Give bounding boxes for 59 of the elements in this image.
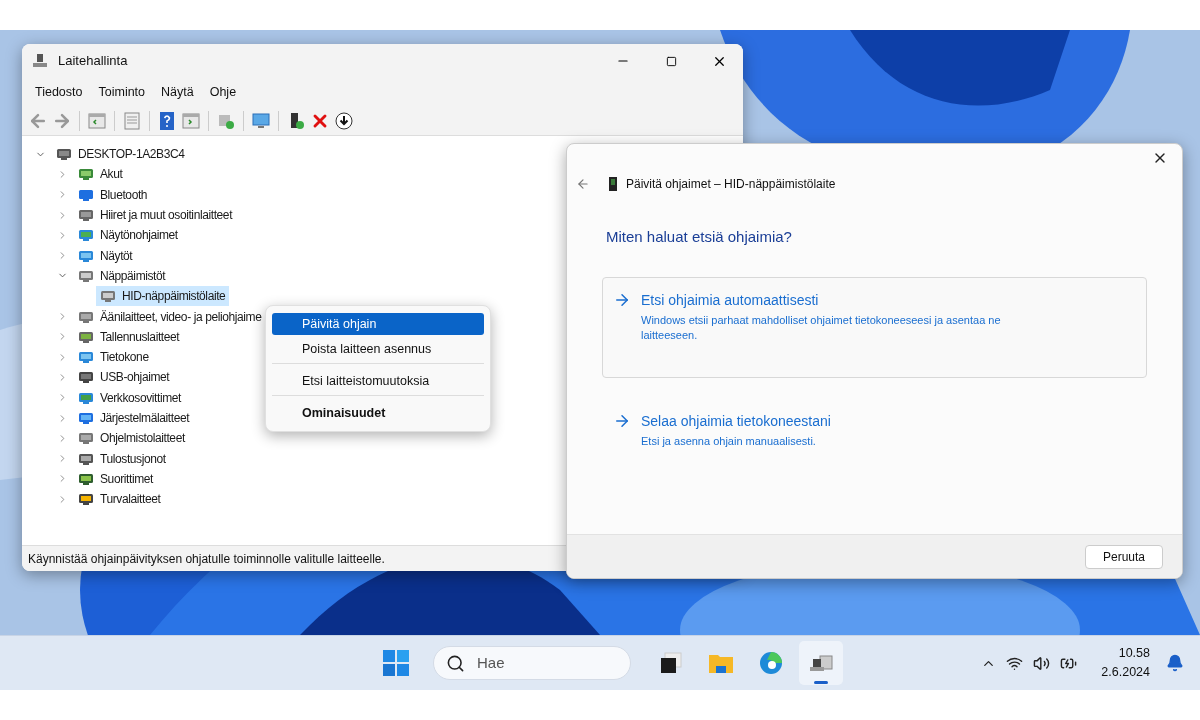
dialog-heading: Miten haluat etsiä ohjaimia? — [606, 227, 792, 247]
menu-item[interactable]: Päivitä ohjain — [272, 313, 484, 335]
properties-icon[interactable] — [122, 110, 142, 131]
menu-item[interactable]: Toiminto — [90, 82, 154, 102]
option-description: Windows etsii parhaat mahdolliset ohjaimet tietokoneeseesi ja asentaa ne laitteeseen. — [641, 312, 1002, 343]
search-icon — [446, 653, 465, 673]
tree-item[interactable]: Näytönohjaimet — [74, 225, 182, 246]
active-indicator — [814, 681, 828, 684]
tree-item[interactable]: Tallennuslaitteet — [74, 326, 184, 347]
option-link[interactable]: Selaa ohjaimia tietokoneestani Etsi ja asenna ohjain manuaalisesti. — [602, 397, 1147, 450]
search-field[interactable]: Hae — [433, 646, 631, 680]
option-title: Selaa ohjaimia tietokoneestani — [641, 411, 832, 431]
tree-item[interactable]: DESKTOP-1A2B3C4 — [52, 144, 189, 165]
taskbar-app[interactable] — [799, 641, 843, 685]
dialog-title: Päivitä ohjaimet – HID-näppäimistölaite — [626, 176, 836, 193]
menu-item[interactable]: Poista laitteen asennus — [272, 338, 484, 360]
maximize-icon — [665, 55, 677, 67]
tree-item[interactable]: Turvalaitteet — [74, 489, 165, 510]
tree-item[interactable]: Tulostusjonot — [74, 448, 170, 469]
clock-date[interactable]: 2.6.2024 — [1101, 663, 1150, 682]
tree-item[interactable]: Näppäimistöt — [74, 265, 170, 286]
menu-item[interactable]: Ohje — [201, 82, 245, 102]
menu-item[interactable]: Ominaisuudet — [272, 402, 484, 424]
menu-item[interactable]: Tiedosto — [27, 82, 91, 102]
window-icon[interactable] — [181, 110, 201, 131]
computer-icon — [56, 146, 72, 163]
tree-item[interactable]: Äänilaitteet, video- ja peliohjaime — [74, 306, 266, 327]
tree-item[interactable]: Tietokone — [74, 347, 153, 368]
option-title: Etsi ohjaimia automaattisesti — [641, 290, 820, 310]
back-icon[interactable] — [576, 177, 590, 191]
task-view-icon — [659, 651, 683, 675]
volume-icon[interactable] — [1033, 654, 1051, 672]
start-icon[interactable] — [383, 650, 409, 676]
help-icon[interactable] — [157, 110, 177, 131]
cancel-button[interactable]: Peruuta — [1085, 544, 1163, 569]
window-title: Laitehallinta — [58, 52, 128, 71]
window-icon[interactable] — [87, 110, 107, 131]
tree-item[interactable]: Hiiret ja muut osoitinlaitteet — [74, 205, 237, 226]
tree-item[interactable]: HID-näppäimistölaite — [96, 286, 230, 307]
tree-item[interactable]: Järjestelmälaitteet — [74, 408, 194, 428]
option-link[interactable]: Etsi ohjaimia automaattisesti Windows etsii parhaat mahdolliset ohjaimet tietokoneeseesi ja asentaa ne laitteeseen. — [602, 276, 1147, 378]
clock-time[interactable]: 10.58 — [1118, 644, 1150, 663]
status-bar-text: Käynnistää ohjainpäivityksen ohjatulle toiminnolle valitulle laitteelle. — [28, 550, 385, 568]
download-icon[interactable] — [334, 110, 354, 131]
tree-item[interactable]: Akut — [74, 164, 127, 185]
menu-item[interactable]: Etsi laitteistomuutoksia — [272, 370, 484, 392]
tree-item[interactable]: Verkkosovittimet — [74, 387, 185, 408]
tree-item[interactable]: Bluetooth — [74, 184, 152, 205]
monitor-icon — [78, 349, 94, 366]
tree-item[interactable]: Suorittimet — [74, 468, 157, 489]
monitor-icon[interactable] — [251, 110, 271, 131]
tree-item[interactable]: USB-ohjaimet — [74, 367, 174, 388]
tree-item[interactable]: Ohjelmistolaitteet — [74, 428, 189, 449]
notification-bell-icon[interactable] — [1166, 654, 1184, 672]
tree-item[interactable]: Näytöt — [74, 245, 137, 266]
option-description: Etsi ja asenna ohjain manuaalisesti. — [641, 433, 817, 449]
menu-item[interactable]: Näytä — [153, 82, 202, 102]
browser-icon — [759, 651, 783, 675]
computer-icon — [32, 53, 48, 69]
